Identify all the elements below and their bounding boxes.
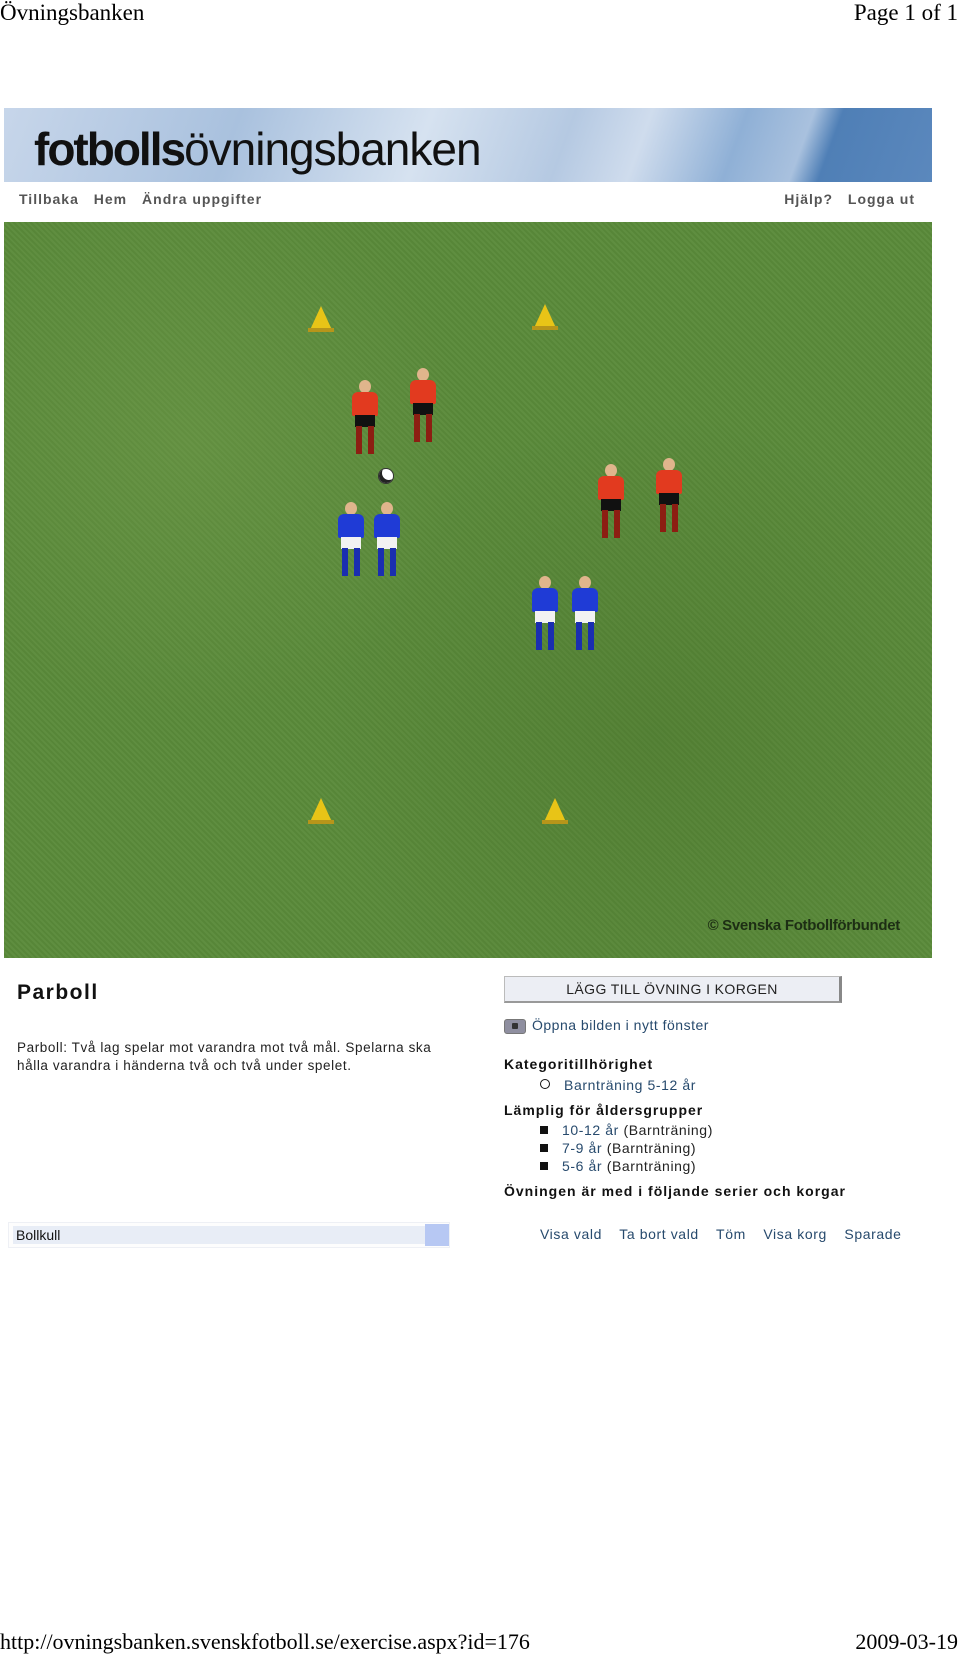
red-player <box>408 368 438 448</box>
print-header-title: Övningsbanken <box>0 0 145 25</box>
blue-player <box>570 576 600 656</box>
age-group-type: (Barnträning) <box>606 1158 697 1174</box>
square-bullet-icon <box>540 1144 548 1152</box>
cone-icon <box>308 306 334 332</box>
empty-basket-link[interactable]: Töm <box>716 1226 746 1242</box>
square-bullet-icon <box>540 1126 548 1134</box>
print-footer: http://ovningsbanken.svenskfotboll.se/ex… <box>0 1627 960 1657</box>
age-group-link[interactable]: 7-9 år <box>562 1140 602 1156</box>
age-group-type: (Barnträning) <box>606 1140 697 1156</box>
nav-logout[interactable]: Logga ut <box>848 191 915 207</box>
age-group-link[interactable]: 5-6 år <box>562 1158 602 1174</box>
open-image-link[interactable]: Öppna bilden i nytt fönster <box>504 1017 709 1034</box>
age-group-link[interactable]: 10-12 år <box>562 1122 619 1138</box>
age-group-item: 5-6 år (Barnträning) <box>540 1158 696 1174</box>
print-footer-url: http://ovningsbanken.svenskfotboll.se/ex… <box>0 1629 530 1654</box>
age-groups-heading: Lämplig för åldersgrupper <box>504 1102 704 1118</box>
print-header: Övningsbanken Page 1 of 1 <box>0 0 960 30</box>
exercise-diagram[interactable]: © Svenska Fotbollförbundet <box>4 222 932 958</box>
add-to-basket-button[interactable]: LÄGG TILL ÖVNING I KORGEN <box>504 976 842 1003</box>
nav-right: Hjälp? Logga ut <box>784 191 915 207</box>
exercise-title: Parboll <box>17 981 99 1004</box>
cone-icon <box>308 798 334 824</box>
red-player <box>596 464 626 544</box>
nav-help[interactable]: Hjälp? <box>784 191 833 207</box>
red-player <box>654 458 684 538</box>
age-group-type: (Barnträning) <box>623 1122 713 1138</box>
image-icon <box>504 1018 526 1034</box>
logo-bold: fotbolls <box>34 123 186 175</box>
square-bullet-icon <box>540 1162 548 1170</box>
nav-back[interactable]: Tillbaka <box>19 191 79 207</box>
basket-select-value: Bollkull <box>13 1226 426 1244</box>
circle-bullet-icon <box>540 1079 550 1089</box>
print-header-page: Page 1 of 1 <box>853 0 958 25</box>
copyright-text: © Svenska Fotbollförbundet <box>707 917 901 934</box>
saved-link[interactable]: Sparade <box>844 1226 901 1242</box>
remove-selected-link[interactable]: Ta bort vald <box>619 1226 699 1242</box>
cone-icon <box>532 304 558 330</box>
age-group-item: 7-9 år (Barnträning) <box>540 1140 696 1156</box>
series-heading: Övningen är med i följande serier och ko… <box>504 1183 846 1199</box>
basket-actions: Visa vald Ta bort vald Töm Visa korg Spa… <box>540 1226 915 1242</box>
category-item: Barnträning 5-12 år <box>540 1077 696 1093</box>
dropdown-button[interactable] <box>425 1224 449 1246</box>
site-logo[interactable]: fotbollsövningsbanken <box>34 122 482 176</box>
blue-player <box>336 502 366 582</box>
blue-player <box>372 502 402 582</box>
exercise-description: Parboll: Två lag spelar mot varandra mot… <box>17 1040 432 1073</box>
category-heading: Kategoritillhörighet <box>504 1056 654 1072</box>
red-player <box>350 380 380 460</box>
nav-home[interactable]: Hem <box>94 191 127 207</box>
cone-icon <box>542 798 568 824</box>
nav-edit-profile[interactable]: Ändra uppgifter <box>142 191 262 207</box>
open-image-label: Öppna bilden i nytt fönster <box>532 1017 709 1033</box>
site-banner: fotbollsövningsbanken <box>4 108 932 182</box>
logo-light: övningsbanken <box>184 123 481 175</box>
show-basket-link[interactable]: Visa korg <box>763 1226 827 1242</box>
nav-left: Tillbaka Hem Ändra uppgifter <box>19 191 272 207</box>
age-group-item: 10-12 år (Barnträning) <box>540 1122 713 1138</box>
print-footer-date: 2009-03-19 <box>855 1629 958 1654</box>
category-link[interactable]: Barnträning 5-12 år <box>564 1077 696 1093</box>
basket-select[interactable]: Bollkull <box>8 1222 450 1248</box>
blue-player <box>530 576 560 656</box>
show-selected-link[interactable]: Visa vald <box>540 1226 602 1242</box>
ball-icon <box>378 468 394 484</box>
